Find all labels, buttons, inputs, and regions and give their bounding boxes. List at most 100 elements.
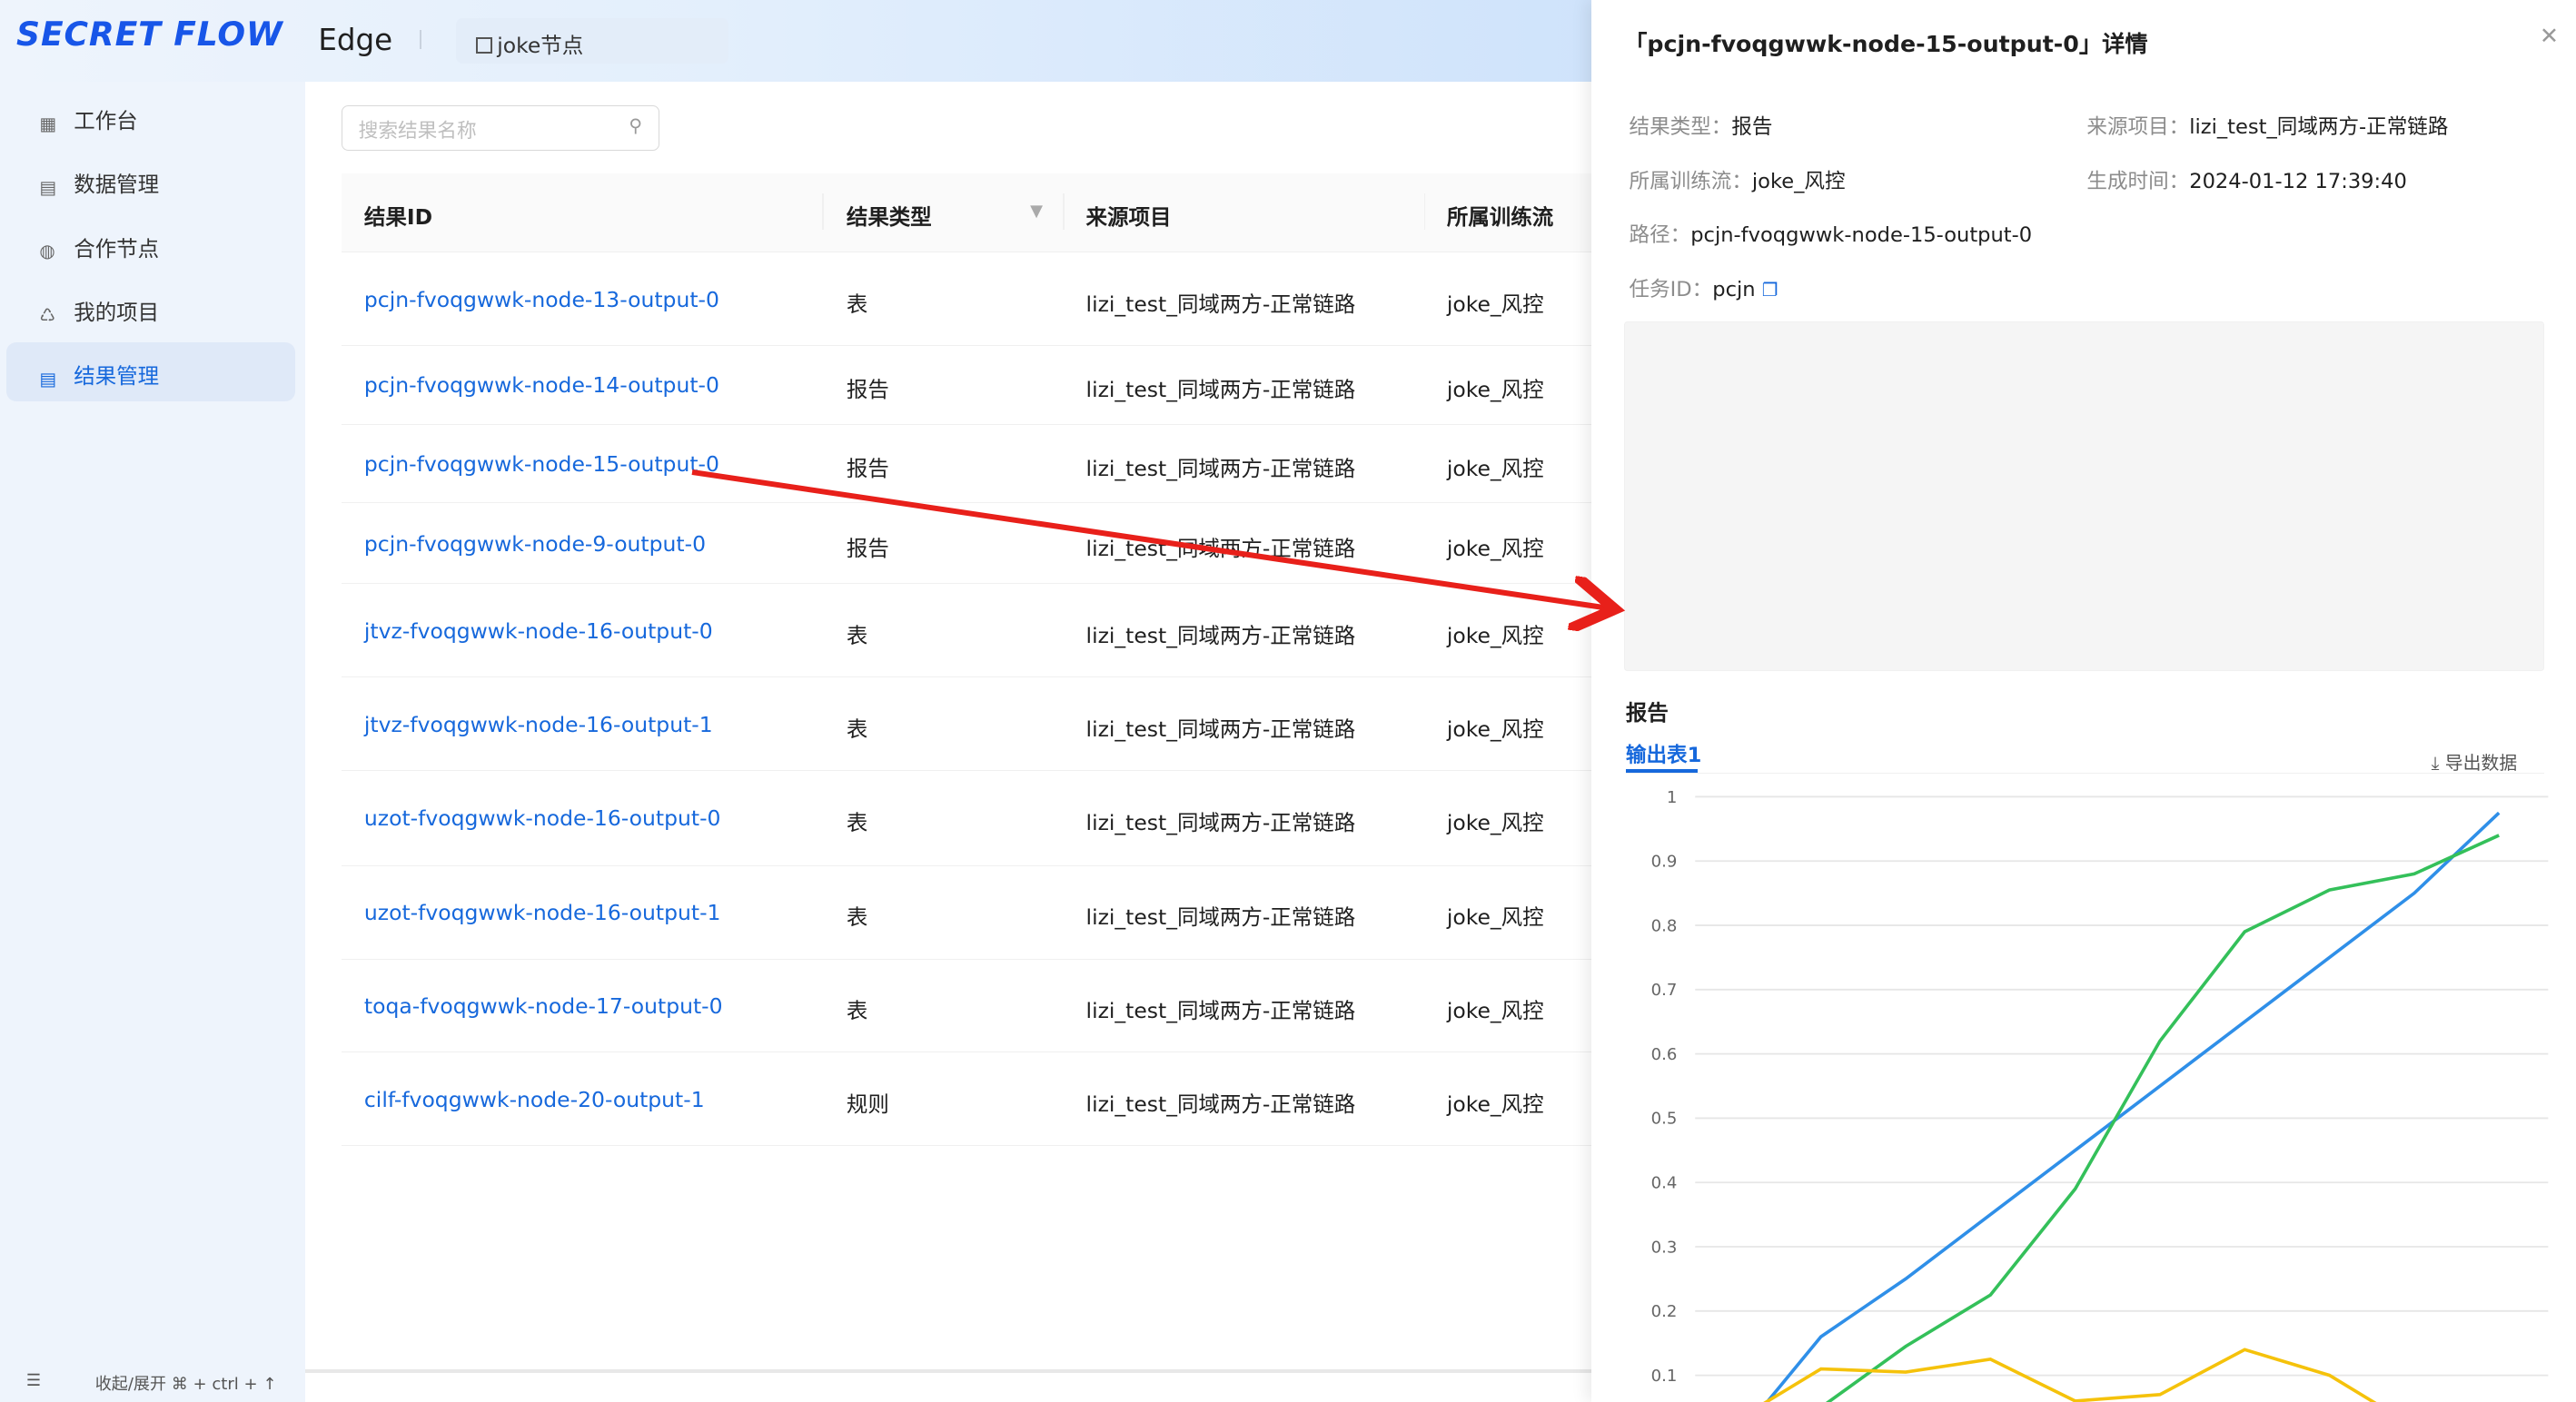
sidebar-item-projects[interactable]: ♺ 我的项目 bbox=[6, 279, 295, 338]
y-tick-label: 0.6 bbox=[1650, 1045, 1677, 1064]
field-value: 报告 bbox=[1731, 115, 1773, 139]
source-project-field: 来源项目：lizi_test_同域两方-正常链路 bbox=[2086, 110, 2448, 140]
secretflow-logo[interactable]: SECRET FLOW bbox=[16, 15, 283, 54]
sidebar-item-label: 数据管理 bbox=[74, 172, 160, 198]
node-icon bbox=[475, 37, 492, 54]
sidebar-item-data[interactable]: ▤ 数据管理 bbox=[6, 151, 295, 210]
sidebar-item-label: 我的项目 bbox=[74, 300, 160, 326]
column-header-flow: 所属训练流 bbox=[1446, 204, 1554, 231]
menu-collapse-icon: ☰ bbox=[25, 1370, 42, 1390]
table-row[interactable]: pcjn-fvoqgwwk-node-15-output-0 报告 lizi_tes… bbox=[341, 425, 1591, 504]
field-label: 结果类型： bbox=[1629, 115, 1732, 139]
copy-icon[interactable]: ❐ bbox=[1762, 280, 1778, 301]
training-flow-cell: joke_风控 bbox=[1446, 904, 1544, 931]
node-selector[interactable]: joke节点 bbox=[456, 17, 728, 64]
result-id-link[interactable]: pcjn-fvoqgwwk-node-13-output-0 bbox=[364, 287, 719, 312]
table-row[interactable]: toqa-fvoqgwwk-node-17-output-0 表 lizi_test… bbox=[341, 960, 1591, 1053]
column-header-id: 结果ID bbox=[363, 204, 433, 231]
result-id-link[interactable]: jtvz-fvoqgwwk-node-16-output-1 bbox=[364, 712, 713, 737]
logo-text-secret: SECRET bbox=[16, 15, 162, 54]
task-id-field: 任务ID：pcjn ❐ bbox=[1630, 272, 1778, 302]
result-type-cell: 报告 bbox=[846, 536, 889, 562]
table-header: 结果ID 结果类型 ▼ 来源项目 所属训练流 bbox=[341, 173, 1591, 253]
path-field: 路径：pcjn-fvoqgwwk-node-15-output-0 bbox=[1630, 218, 2033, 248]
result-type-cell: 报告 bbox=[846, 455, 889, 481]
result-id-link[interactable]: pcjn-fvoqgwwk-node-14-output-0 bbox=[364, 372, 719, 398]
table-row[interactable]: pcjn-fvoqgwwk-node-13-output-0 表 lizi_test… bbox=[341, 252, 1591, 347]
table-row[interactable]: cilf-fvoqgwwk-node-20-output-1 规则 lizi_tes… bbox=[341, 1052, 1591, 1147]
table-row[interactable]: jtvz-fvoqgwwk-node-16-output-0 表 lizi_test… bbox=[341, 584, 1591, 677]
result-id-link[interactable]: pcjn-fvoqgwwk-node-15-output-0 bbox=[364, 451, 719, 477]
field-label: 任务ID： bbox=[1629, 277, 1713, 301]
globe-icon: ◍ bbox=[39, 241, 55, 262]
search-input[interactable]: 搜索结果名称 ⚲ bbox=[341, 104, 659, 152]
sidebar-item-workbench[interactable]: ▦ 工作台 bbox=[6, 87, 295, 146]
sidebar-item-label: 结果管理 bbox=[74, 363, 160, 390]
field-label: 生成时间： bbox=[2086, 169, 2190, 193]
results-panel: 搜索结果名称 ⚲ 结果ID 结果类型 ▼ 来源项目 所属训练流 pcjn-fvo… bbox=[304, 82, 1591, 1402]
result-type-cell: 表 bbox=[846, 716, 868, 742]
table-row[interactable]: jtvz-fvoqgwwk-node-16-output-1 表 lizi_test… bbox=[341, 677, 1591, 771]
result-id-link[interactable]: jtvz-fvoqgwwk-node-16-output-0 bbox=[364, 618, 713, 644]
field-value: lizi_test_同域两方-正常链路 bbox=[2189, 115, 2449, 139]
table-row[interactable]: uzot-fvoqgwwk-node-16-output-0 表 lizi_test… bbox=[341, 771, 1591, 866]
drawer-title: 「pcjn-fvoqgwwk-node-15-output-0」详情 bbox=[1624, 30, 2148, 57]
source-project-cell: lizi_test_同域两方-正常链路 bbox=[1085, 998, 1356, 1024]
sidebar-item-label: 工作台 bbox=[74, 107, 138, 133]
sidebar-item-results[interactable]: ▤ 结果管理 bbox=[6, 342, 296, 402]
y-tick-label: 0.3 bbox=[1650, 1239, 1677, 1258]
source-project-cell: lizi_test_同域两方-正常链路 bbox=[1085, 376, 1356, 402]
app-shell: SECRET FLOW Edge joke节点 ▦ 工作台 ▤ 数据管理 ◍ 合作节点… bbox=[0, 0, 1591, 1402]
collapse-label: 收起/展开 ⌘ + ctrl + ↑ bbox=[94, 1374, 277, 1394]
source-project-cell: lizi_test_同域两方-正常链路 bbox=[1085, 716, 1356, 742]
source-project-cell: lizi_test_同域两方-正常链路 bbox=[1085, 904, 1356, 931]
logo-text-flow: FLOW bbox=[173, 15, 283, 54]
sidebar-item-nodes[interactable]: ◍ 合作节点 bbox=[6, 215, 295, 274]
search-icon[interactable]: ⚲ bbox=[629, 115, 642, 136]
result-id-link[interactable]: cilf-fvoqgwwk-node-20-output-1 bbox=[364, 1087, 705, 1112]
column-divider bbox=[1063, 193, 1065, 230]
source-project-cell: lizi_test_同域两方-正常链路 bbox=[1085, 1091, 1356, 1118]
y-tick-label: 0.1 bbox=[1650, 1367, 1677, 1386]
field-value: pcjn-fvoqgwwk-node-15-output-0 bbox=[1690, 223, 2033, 248]
training-flow-cell: joke_风控 bbox=[1446, 536, 1544, 562]
result-id-link[interactable]: pcjn-fvoqgwwk-node-9-output-0 bbox=[364, 531, 706, 557]
horizontal-scrollbar[interactable] bbox=[304, 1369, 1591, 1373]
product-name: Edge bbox=[318, 23, 393, 58]
node-selector-label: joke节点 bbox=[497, 32, 584, 58]
export-data-button[interactable]: ⤓ 导出数据 bbox=[2432, 748, 2518, 775]
result-type-cell: 表 bbox=[846, 998, 868, 1024]
training-flow-cell: joke_风控 bbox=[1446, 291, 1544, 318]
source-project-cell: lizi_test_同域两方-正常链路 bbox=[1085, 536, 1356, 562]
result-type-cell: 表 bbox=[846, 809, 868, 835]
table-row[interactable]: pcjn-fvoqgwwk-node-9-output-0 报告 lizi_test… bbox=[341, 503, 1591, 584]
training-flow-cell: joke_风控 bbox=[1446, 376, 1544, 402]
close-icon[interactable]: ✕ bbox=[2540, 23, 2559, 49]
result-type-cell: 表 bbox=[846, 904, 868, 931]
report-section-title: 报告 bbox=[1625, 699, 1669, 726]
result-id-link[interactable]: uzot-fvoqgwwk-node-16-output-1 bbox=[364, 900, 721, 925]
result-icon: ▤ bbox=[39, 369, 57, 390]
tab-bar-line bbox=[1625, 772, 2545, 775]
field-value: pcjn bbox=[1712, 277, 1756, 301]
filter-icon[interactable]: ▼ bbox=[1030, 202, 1043, 221]
training-flow-cell: joke_风控 bbox=[1446, 716, 1544, 742]
table-row[interactable]: pcjn-fvoqgwwk-node-14-output-0 报告 lizi_tes… bbox=[341, 346, 1591, 425]
field-label: 路径： bbox=[1629, 223, 1691, 248]
result-id-link[interactable]: toqa-fvoqgwwk-node-17-output-0 bbox=[364, 993, 723, 1019]
result-id-link[interactable]: uzot-fvoqgwwk-node-16-output-0 bbox=[364, 805, 721, 831]
y-tick-label: 0.2 bbox=[1650, 1302, 1677, 1321]
field-label: 来源项目： bbox=[2086, 115, 2190, 139]
y-tick-label: 0.4 bbox=[1650, 1174, 1677, 1193]
field-label: 所属训练流： bbox=[1629, 169, 1752, 193]
created-time-field: 生成时间：2024-01-12 17:39:40 bbox=[2086, 164, 2406, 194]
divider bbox=[420, 29, 422, 50]
source-project-cell: lizi_test_同域两方-正常链路 bbox=[1085, 809, 1356, 835]
tab-output-table-1[interactable]: 输出表1 bbox=[1626, 738, 1701, 768]
top-bar: SECRET FLOW Edge joke节点 bbox=[0, 0, 1591, 83]
result-type-cell: 规则 bbox=[846, 1091, 889, 1118]
result-type-field: 结果类型：报告 bbox=[1630, 110, 1773, 140]
collapse-toggle[interactable]: ☰ 收起/展开 ⌘ + ctrl + ↑ bbox=[25, 1370, 277, 1394]
training-flow-field: 所属训练流：joke_风控 bbox=[1630, 164, 1846, 194]
table-row[interactable]: uzot-fvoqgwwk-node-16-output-1 表 lizi_test… bbox=[341, 866, 1591, 960]
